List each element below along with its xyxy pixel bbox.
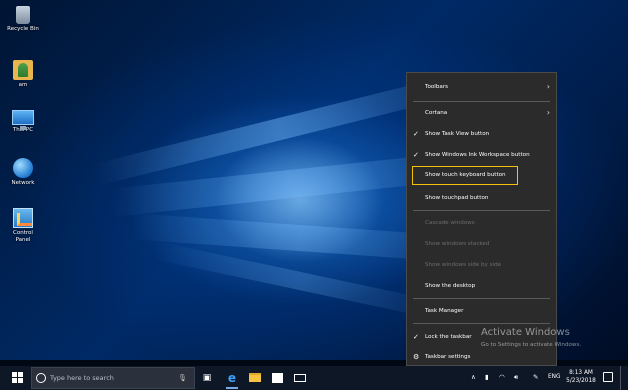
mail-icon[interactable] <box>292 370 308 386</box>
menu-item-show-ink-workspace[interactable]: ✓ Show Windows Ink Workspace button <box>407 145 556 165</box>
microphone-icon[interactable]: 🎙︎ <box>178 374 187 382</box>
menu-item-taskbar-settings[interactable]: ⚙ Taskbar settings <box>407 347 556 367</box>
menu-item-show-touch-keyboard[interactable]: Show touch keyboard button <box>412 166 518 185</box>
store-icon[interactable] <box>269 370 285 386</box>
start-button[interactable] <box>12 372 23 383</box>
cortana-circle-icon <box>36 373 46 383</box>
menu-item-label: Cortana <box>425 110 448 116</box>
windows-logo-pane <box>12 378 17 383</box>
menu-item-toolbars[interactable]: Toolbars › <box>407 77 556 97</box>
checkmark-icon: ✓ <box>413 151 419 159</box>
computer-icon <box>12 110 34 130</box>
desktop-icon-control-panel[interactable]: Control Panel <box>3 208 43 244</box>
menu-item-label: Show windows stacked <box>425 241 490 247</box>
clock-date: 5/23/2018 <box>566 378 596 384</box>
battery-icon[interactable]: ▮ <box>485 373 489 381</box>
control-panel-icon <box>13 208 33 228</box>
menu-item-label: Taskbar settings <box>425 354 471 360</box>
language-indicator[interactable]: ENG <box>548 374 561 380</box>
windows-logo-pane <box>18 372 23 377</box>
menu-item-label: Task Manager <box>425 308 464 314</box>
checkmark-icon: ✓ <box>413 333 419 341</box>
system-clock[interactable]: 8:13 AM 5/23/2018 <box>566 369 596 385</box>
desktop-icon-network[interactable]: Network <box>3 158 43 187</box>
user-folder-icon <box>13 60 33 80</box>
menu-item-label: Show touch keyboard button <box>425 172 506 178</box>
menu-item-label: Cascade windows <box>425 220 475 226</box>
desktop-icon-this-pc[interactable]: This PC <box>3 110 43 134</box>
menu-item-show-windows-stacked: Show windows stacked <box>407 234 556 254</box>
menu-item-label: Lock the taskbar <box>425 334 472 340</box>
menu-item-show-windows-side-by-side: Show windows side by side <box>407 255 556 275</box>
volume-icon[interactable]: 🔊︎ <box>514 373 518 382</box>
menu-item-label: Show windows side by side <box>425 262 502 268</box>
menu-item-task-manager[interactable]: Task Manager <box>407 301 556 321</box>
desktop-icon-user-folder[interactable]: am <box>3 60 43 89</box>
taskbar-search-box[interactable]: Type here to search 🎙︎ <box>31 367 195 389</box>
desktop-icon-label: Network <box>11 180 35 186</box>
recycle-bin-icon <box>16 6 30 24</box>
menu-item-cascade-windows: Cascade windows <box>407 213 556 233</box>
desktop-icon-label: am <box>18 82 28 88</box>
desktop-icon-recycle-bin[interactable]: Recycle Bin <box>3 6 43 33</box>
menu-item-label: Show touchpad button <box>425 195 489 201</box>
windows-logo-icon <box>12 372 17 377</box>
windows-logo-pane <box>18 378 23 383</box>
taskbar-context-menu: Toolbars › Cortana › ✓ Show Task View bu… <box>406 72 557 366</box>
search-placeholder: Type here to search <box>50 374 114 382</box>
task-view-icon[interactable]: ▣ <box>199 370 215 386</box>
desktop-icon-label: Control Panel <box>13 230 33 243</box>
checkmark-icon: ✓ <box>413 130 419 138</box>
menu-item-label: Toolbars <box>425 84 449 90</box>
edge-browser-icon[interactable]: e <box>224 370 240 389</box>
menu-item-show-task-view[interactable]: ✓ Show Task View button <box>407 124 556 144</box>
pen-workspace-icon[interactable]: ✎ <box>533 373 538 381</box>
show-hidden-icons-chevron-icon[interactable]: ∧ <box>471 373 476 381</box>
menu-item-show-touchpad[interactable]: Show touchpad button <box>407 188 556 208</box>
menu-item-label: Show Task View button <box>425 131 490 137</box>
gear-icon: ⚙ <box>413 353 420 361</box>
desktop-icon-label: Recycle Bin <box>7 26 39 32</box>
file-explorer-icon[interactable] <box>247 370 263 386</box>
taskbar: Type here to search 🎙︎ ▣ e ∧ ▮ ◠ 🔊︎ ✎ EN… <box>0 366 628 390</box>
chevron-right-icon: › <box>546 82 550 91</box>
menu-separator <box>413 101 550 102</box>
menu-item-label: Show the desktop <box>425 283 476 289</box>
menu-separator <box>413 210 550 211</box>
menu-separator <box>413 323 550 324</box>
activation-watermark-title: Activate Windows <box>481 327 570 338</box>
network-wifi-icon[interactable]: ◠ <box>499 373 505 381</box>
menu-item-cortana[interactable]: Cortana › <box>407 103 556 123</box>
show-desktop-button[interactable] <box>620 366 622 390</box>
clock-time: 8:13 AM <box>569 370 593 376</box>
menu-item-label: Show Windows Ink Workspace button <box>425 152 530 158</box>
chevron-right-icon: › <box>546 108 550 117</box>
menu-item-show-desktop[interactable]: Show the desktop <box>407 276 556 296</box>
menu-separator <box>413 298 550 299</box>
action-center-icon[interactable] <box>603 372 613 382</box>
network-globe-icon <box>13 158 33 178</box>
activation-watermark-subtitle: Go to Settings to activate Windows. <box>481 342 582 348</box>
